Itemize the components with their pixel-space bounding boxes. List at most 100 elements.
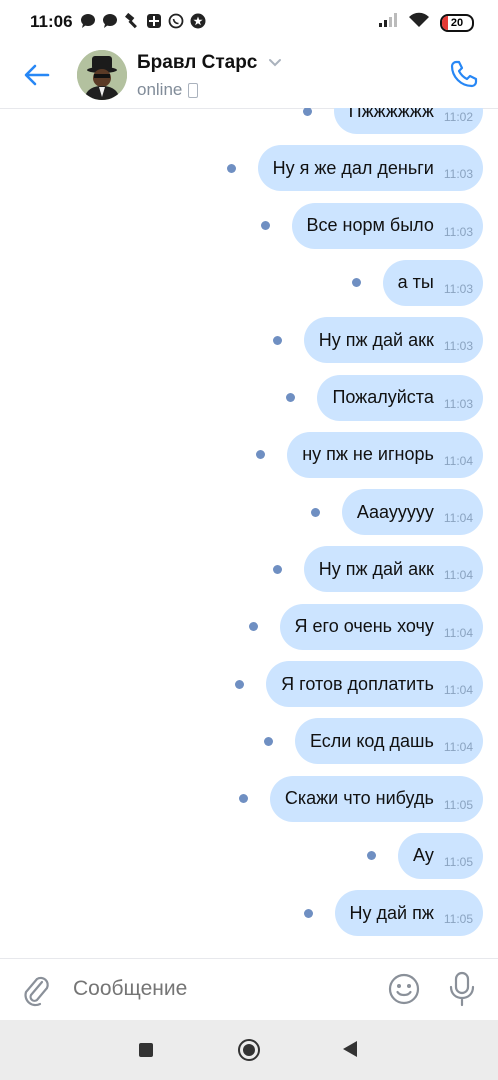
message-bubble[interactable]: Я его очень хочу 11:04	[279, 603, 483, 650]
signal-icon	[378, 12, 398, 33]
message-text: ну пж не игнорь	[302, 444, 434, 465]
message-time: 11:03	[443, 281, 473, 296]
message-bubble[interactable]: Ну дай пж 11:05	[334, 890, 483, 937]
system-back-button[interactable]	[343, 1041, 357, 1057]
message-time: 11:04	[443, 625, 473, 640]
message-row[interactable]: Аааууууу 11:04	[310, 489, 483, 536]
message-bubble[interactable]: Аааууууу 11:04	[341, 489, 483, 536]
avatar[interactable]	[77, 50, 127, 100]
message-row[interactable]: Ну пж дай акк 11:04	[272, 546, 483, 593]
message-row[interactable]: ну пж не игнорь 11:04	[256, 431, 483, 478]
message-bubble[interactable]: Ну пж дай акк 11:04	[303, 546, 483, 593]
message-row[interactable]: Если код дашь 11:04	[263, 718, 483, 765]
unread-dot	[263, 736, 273, 746]
chat-bubble-icon	[80, 13, 96, 29]
battery-icon: 20	[440, 13, 474, 32]
message-time: 11:04	[443, 568, 473, 583]
message-bubble[interactable]: Ну я же дал деньги 11:03	[257, 145, 483, 192]
message-text: Скажи что нибудь	[284, 788, 434, 809]
attach-button[interactable]	[20, 973, 52, 1007]
unread-dot	[238, 794, 248, 804]
message-text: Ну дай пж	[349, 902, 434, 923]
message-bubble[interactable]: Все норм было 11:03	[291, 202, 483, 249]
unread-dot	[351, 278, 361, 288]
unread-dot	[367, 851, 377, 861]
message-text: Ну я же дал деньги	[272, 157, 434, 178]
puzzle-icon	[146, 13, 162, 29]
message-time: 11:05	[443, 797, 473, 812]
battery-level: 20	[450, 16, 464, 29]
message-text: Я его очень хочу	[294, 616, 434, 637]
message-bubble[interactable]: Пожалуйста 11:03	[317, 374, 483, 421]
online-status: online	[137, 80, 183, 99]
message-row[interactable]: Ну пж дай акк 11:03	[272, 317, 483, 364]
microphone-icon	[449, 971, 475, 1007]
recent-apps-button[interactable]	[139, 1043, 153, 1057]
star-icon	[190, 13, 206, 29]
message-list[interactable]: Пжжжжжж 11:02 Ну я же дал деньги 11:03 Все н…	[0, 108, 498, 958]
message-bubble[interactable]: Ну пж дай акк 11:03	[303, 317, 483, 364]
message-row[interactable]: Ну я же дал деньги 11:03	[226, 145, 483, 192]
status-bar: 11:06 20	[0, 0, 498, 44]
mobile-icon	[188, 82, 199, 98]
status-right: 20	[378, 12, 474, 33]
message-time: 11:03	[443, 224, 473, 239]
message-time: 11:03	[443, 167, 473, 182]
message-bubble[interactable]: Ау 11:05	[398, 832, 483, 879]
chat-title-area[interactable]: Бравл Старс online	[137, 52, 282, 100]
hammer-icon	[124, 12, 140, 29]
unread-dot	[226, 163, 236, 173]
unread-dot	[272, 564, 282, 574]
message-text: Аааууууу	[356, 501, 434, 522]
message-text: Ну пж дай акк	[318, 329, 434, 350]
message-text: Я готов доплатить	[281, 673, 434, 694]
message-time: 11:02	[443, 110, 473, 124]
message-time: 11:05	[443, 912, 473, 927]
message-text: Пожалуйста	[332, 387, 434, 407]
smile-icon	[388, 973, 420, 1005]
chat-title: Бравл Старс	[137, 52, 258, 73]
message-row[interactable]: Скажи что нибудь 11:05	[238, 775, 483, 822]
system-navigation-bar	[0, 1020, 498, 1080]
message-bubble[interactable]: Если код дашь 11:04	[294, 718, 483, 765]
emoji-button[interactable]	[388, 973, 420, 1005]
status-time: 11:06	[30, 12, 73, 31]
message-row[interactable]: Я готов доплатить 11:04	[235, 661, 483, 707]
message-bubble[interactable]: Пжжжжжж 11:02	[333, 108, 483, 134]
message-text: Ау	[413, 845, 434, 866]
message-time: 11:05	[443, 854, 473, 869]
message-time: 11:03	[443, 396, 473, 411]
message-row[interactable]: Я его очень хочу 11:04	[248, 603, 483, 650]
message-text: Если код дашь	[309, 730, 434, 751]
message-text: а ты	[397, 272, 434, 293]
wifi-icon	[408, 12, 430, 33]
message-bubble[interactable]: а ты 11:03	[382, 259, 483, 306]
voice-message-button[interactable]	[448, 971, 476, 1007]
chevron-down-icon	[268, 55, 282, 73]
unread-dot	[260, 221, 270, 231]
unread-dot	[303, 908, 313, 918]
message-row[interactable]: Ну дай пж 11:05	[303, 890, 483, 937]
unread-dot	[302, 108, 312, 116]
message-bubble[interactable]: Скажи что нибудь 11:05	[269, 775, 483, 822]
unread-dot	[286, 393, 296, 402]
message-text: Пжжжжжж	[348, 108, 434, 121]
message-row[interactable]: Ау 11:05	[367, 832, 483, 879]
message-time: 11:04	[443, 740, 473, 755]
message-row[interactable]: Все норм было 11:03	[260, 202, 483, 249]
message-input[interactable]	[73, 977, 363, 1001]
unread-dot	[310, 507, 320, 517]
message-row[interactable]: Пожалуйста 11:03	[286, 374, 483, 421]
message-row[interactable]: а ты 11:03	[351, 259, 483, 306]
message-bubble[interactable]: Я готов доплатить 11:04	[266, 661, 483, 707]
message-time: 11:04	[443, 683, 473, 697]
back-button[interactable]	[22, 60, 52, 90]
phone-icon	[450, 60, 478, 88]
home-button[interactable]	[238, 1039, 260, 1061]
arrow-left-icon	[24, 64, 50, 86]
message-text: Ну пж дай акк	[318, 558, 434, 579]
message-row[interactable]: Пжжжжжж 11:02	[302, 108, 483, 134]
unread-dot	[272, 335, 282, 345]
message-bubble[interactable]: ну пж не игнорь 11:04	[287, 431, 483, 478]
call-button[interactable]	[448, 58, 480, 90]
